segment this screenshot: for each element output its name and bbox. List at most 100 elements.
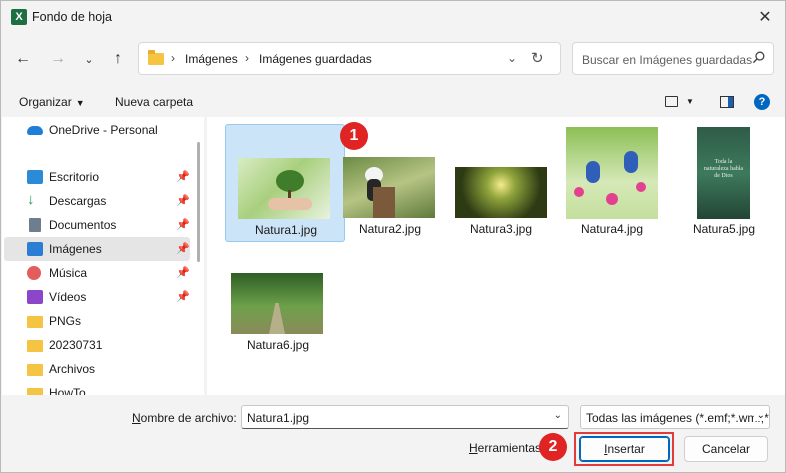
file-name: Natura1.jpg xyxy=(254,223,318,237)
sidebar-item-label: Vídeos xyxy=(49,290,87,304)
command-bar: Organizar ▼ Nueva carpeta ▼ ? xyxy=(1,87,785,117)
sidebar-item-label: OneDrive - Personal xyxy=(49,123,158,137)
preview-pane-icon[interactable] xyxy=(720,96,734,108)
sidebar-item-label: Descargas xyxy=(49,194,107,208)
step-badge-2: 2 xyxy=(539,433,567,461)
thumbnail-natura3 xyxy=(455,167,547,218)
filename-value: Natura1.jpg xyxy=(247,411,310,425)
navigation-bar: ← → ⌄ ↑ › Imágenes › Imágenes guardadas … xyxy=(1,41,785,77)
excel-icon: X xyxy=(11,9,27,25)
search-placeholder: Buscar en Imágenes guardadas xyxy=(582,53,753,67)
file-name: Natura6.jpg xyxy=(246,338,310,352)
music-icon xyxy=(27,266,41,280)
close-button[interactable]: ✕ xyxy=(743,1,785,33)
file-name: Natura3.jpg xyxy=(469,222,533,236)
navigation-pane: OneDrive - Personal Escritorio 📌 ↓ Desca… xyxy=(2,117,204,395)
file-type-value: Todas las imágenes (*.emf;*.wmf;*.jpg xyxy=(586,411,770,425)
thumbnail-natura6 xyxy=(231,273,323,334)
breadcrumb-separator-icon: › xyxy=(245,51,249,65)
new-folder-button[interactable]: Nueva carpeta xyxy=(115,95,193,109)
pin-icon: 📌 xyxy=(176,219,190,231)
sidebar-item-pngs[interactable]: PNGs xyxy=(4,309,190,333)
onedrive-icon xyxy=(27,126,43,135)
file-name: Natura2.jpg xyxy=(358,222,422,236)
filename-label: Nombre de archivo: xyxy=(132,411,237,425)
thumbnail-natura4 xyxy=(566,127,658,219)
sidebar-item-howto[interactable]: HowTo xyxy=(4,381,190,395)
title-bar: X Fondo de hoja ✕ xyxy=(1,1,785,33)
downloads-icon: ↓ xyxy=(27,191,35,208)
file-name: Natura4.jpg xyxy=(580,222,644,236)
sidebar-item-label: 20230731 xyxy=(49,338,103,352)
pin-icon: 📌 xyxy=(176,171,190,183)
sidebar-item-label: HowTo xyxy=(49,386,86,395)
sidebar-item-label: Música xyxy=(49,266,88,280)
videos-icon xyxy=(27,290,43,304)
sidebar-item-label: Imágenes xyxy=(49,242,102,256)
forward-button[interactable]: → xyxy=(46,47,70,71)
file-type-select[interactable]: Todas las imágenes (*.emf;*.wmf;*.jpg ⌄ xyxy=(580,405,770,429)
pin-icon: 📌 xyxy=(176,291,190,303)
thumbnail-natura2 xyxy=(343,157,435,218)
sidebar-item-archivos[interactable]: Archivos xyxy=(4,357,190,381)
step-badge-1: 1 xyxy=(340,122,368,150)
file-name: Natura5.jpg xyxy=(692,222,756,236)
folder-icon xyxy=(27,388,43,395)
file-item-natura6[interactable]: Natura6.jpg xyxy=(225,242,345,360)
dialog-title: Fondo de hoja xyxy=(32,10,112,24)
view-mode-icon[interactable] xyxy=(665,96,678,107)
caret-down-icon: ▼ xyxy=(75,98,85,108)
sidebar-item-onedrive[interactable]: OneDrive - Personal xyxy=(4,118,190,142)
sidebar-item-imagenes[interactable]: Imágenes 📌 xyxy=(4,237,190,261)
desktop-icon xyxy=(27,170,43,184)
cancel-button[interactable]: Cancelar xyxy=(684,436,768,462)
organize-menu[interactable]: Organizar ▼ xyxy=(19,95,85,109)
recent-locations-button[interactable]: ⌄ xyxy=(77,47,101,71)
thumbnail-natura5: Toda la naturaleza habla de Dios xyxy=(697,127,750,219)
breadcrumb-item-imagenes-guardadas[interactable]: Imágenes guardadas xyxy=(259,52,372,66)
sidebar-item-descargas[interactable]: ↓ Descargas 📌 xyxy=(4,189,190,213)
up-button[interactable]: ↑ xyxy=(106,47,130,71)
pin-icon: 📌 xyxy=(176,243,190,255)
pictures-icon xyxy=(27,242,43,256)
file-dialog: X Fondo de hoja ✕ ← → ⌄ ↑ › Imágenes › I… xyxy=(0,0,786,473)
filename-input[interactable]: Natura1.jpg ⌄ xyxy=(241,405,569,429)
file-item-natura5[interactable]: Toda la naturaleza habla de Dios Natura5… xyxy=(673,124,785,242)
thumbnail-natura1 xyxy=(238,158,330,219)
folder-icon xyxy=(27,316,43,328)
sidebar-item-20230731[interactable]: 20230731 xyxy=(4,333,190,357)
sidebar-item-documentos[interactable]: Documentos 📌 xyxy=(4,213,190,237)
sidebar-item-label: Documentos xyxy=(49,218,117,232)
file-item-natura4[interactable]: Natura4.jpg xyxy=(561,124,681,242)
chevron-down-icon[interactable]: ⌄ xyxy=(753,410,765,421)
caret-down-icon[interactable]: ▼ xyxy=(686,97,694,106)
chevron-down-icon: ⌄ xyxy=(84,53,94,66)
back-button[interactable]: ← xyxy=(11,47,35,71)
search-input[interactable]: Buscar en Imágenes guardadas xyxy=(572,42,774,75)
arrow-right-icon: → xyxy=(50,50,66,67)
help-icon[interactable]: ? xyxy=(754,94,770,110)
chevron-down-icon[interactable]: ⌄ xyxy=(554,410,562,421)
organize-label: Organizar xyxy=(19,95,72,109)
arrow-up-icon: ↑ xyxy=(114,50,122,67)
sidebar-item-videos[interactable]: Vídeos 📌 xyxy=(4,285,190,309)
folder-icon xyxy=(148,50,164,65)
thumbnail-caption: Toda la naturaleza habla de Dios xyxy=(703,159,744,179)
address-dropdown-icon[interactable]: ⌄ xyxy=(507,51,517,65)
pin-icon: 📌 xyxy=(176,195,190,207)
file-item-natura1[interactable]: Natura1.jpg xyxy=(225,124,345,242)
sidebar-item-musica[interactable]: Música 📌 xyxy=(4,261,190,285)
address-bar[interactable]: › Imágenes › Imágenes guardadas ⌄ ↻ xyxy=(138,42,561,75)
refresh-icon[interactable]: ↻ xyxy=(531,49,544,67)
pin-icon: 📌 xyxy=(176,267,190,279)
documents-icon xyxy=(29,218,41,232)
sidebar-item-label: Archivos xyxy=(49,362,96,376)
folder-icon xyxy=(27,340,43,352)
file-list: Natura1.jpg Natura2.jpg Natura3.jpg Natu… xyxy=(207,117,785,395)
breadcrumb-item-imagenes[interactable]: Imágenes xyxy=(185,52,238,66)
search-icon[interactable] xyxy=(752,51,765,64)
close-icon: ✕ xyxy=(758,9,772,26)
sidebar-scrollbar[interactable] xyxy=(197,142,200,262)
arrow-left-icon: ← xyxy=(15,50,31,67)
sidebar-item-escritorio[interactable]: Escritorio 📌 xyxy=(4,165,190,189)
